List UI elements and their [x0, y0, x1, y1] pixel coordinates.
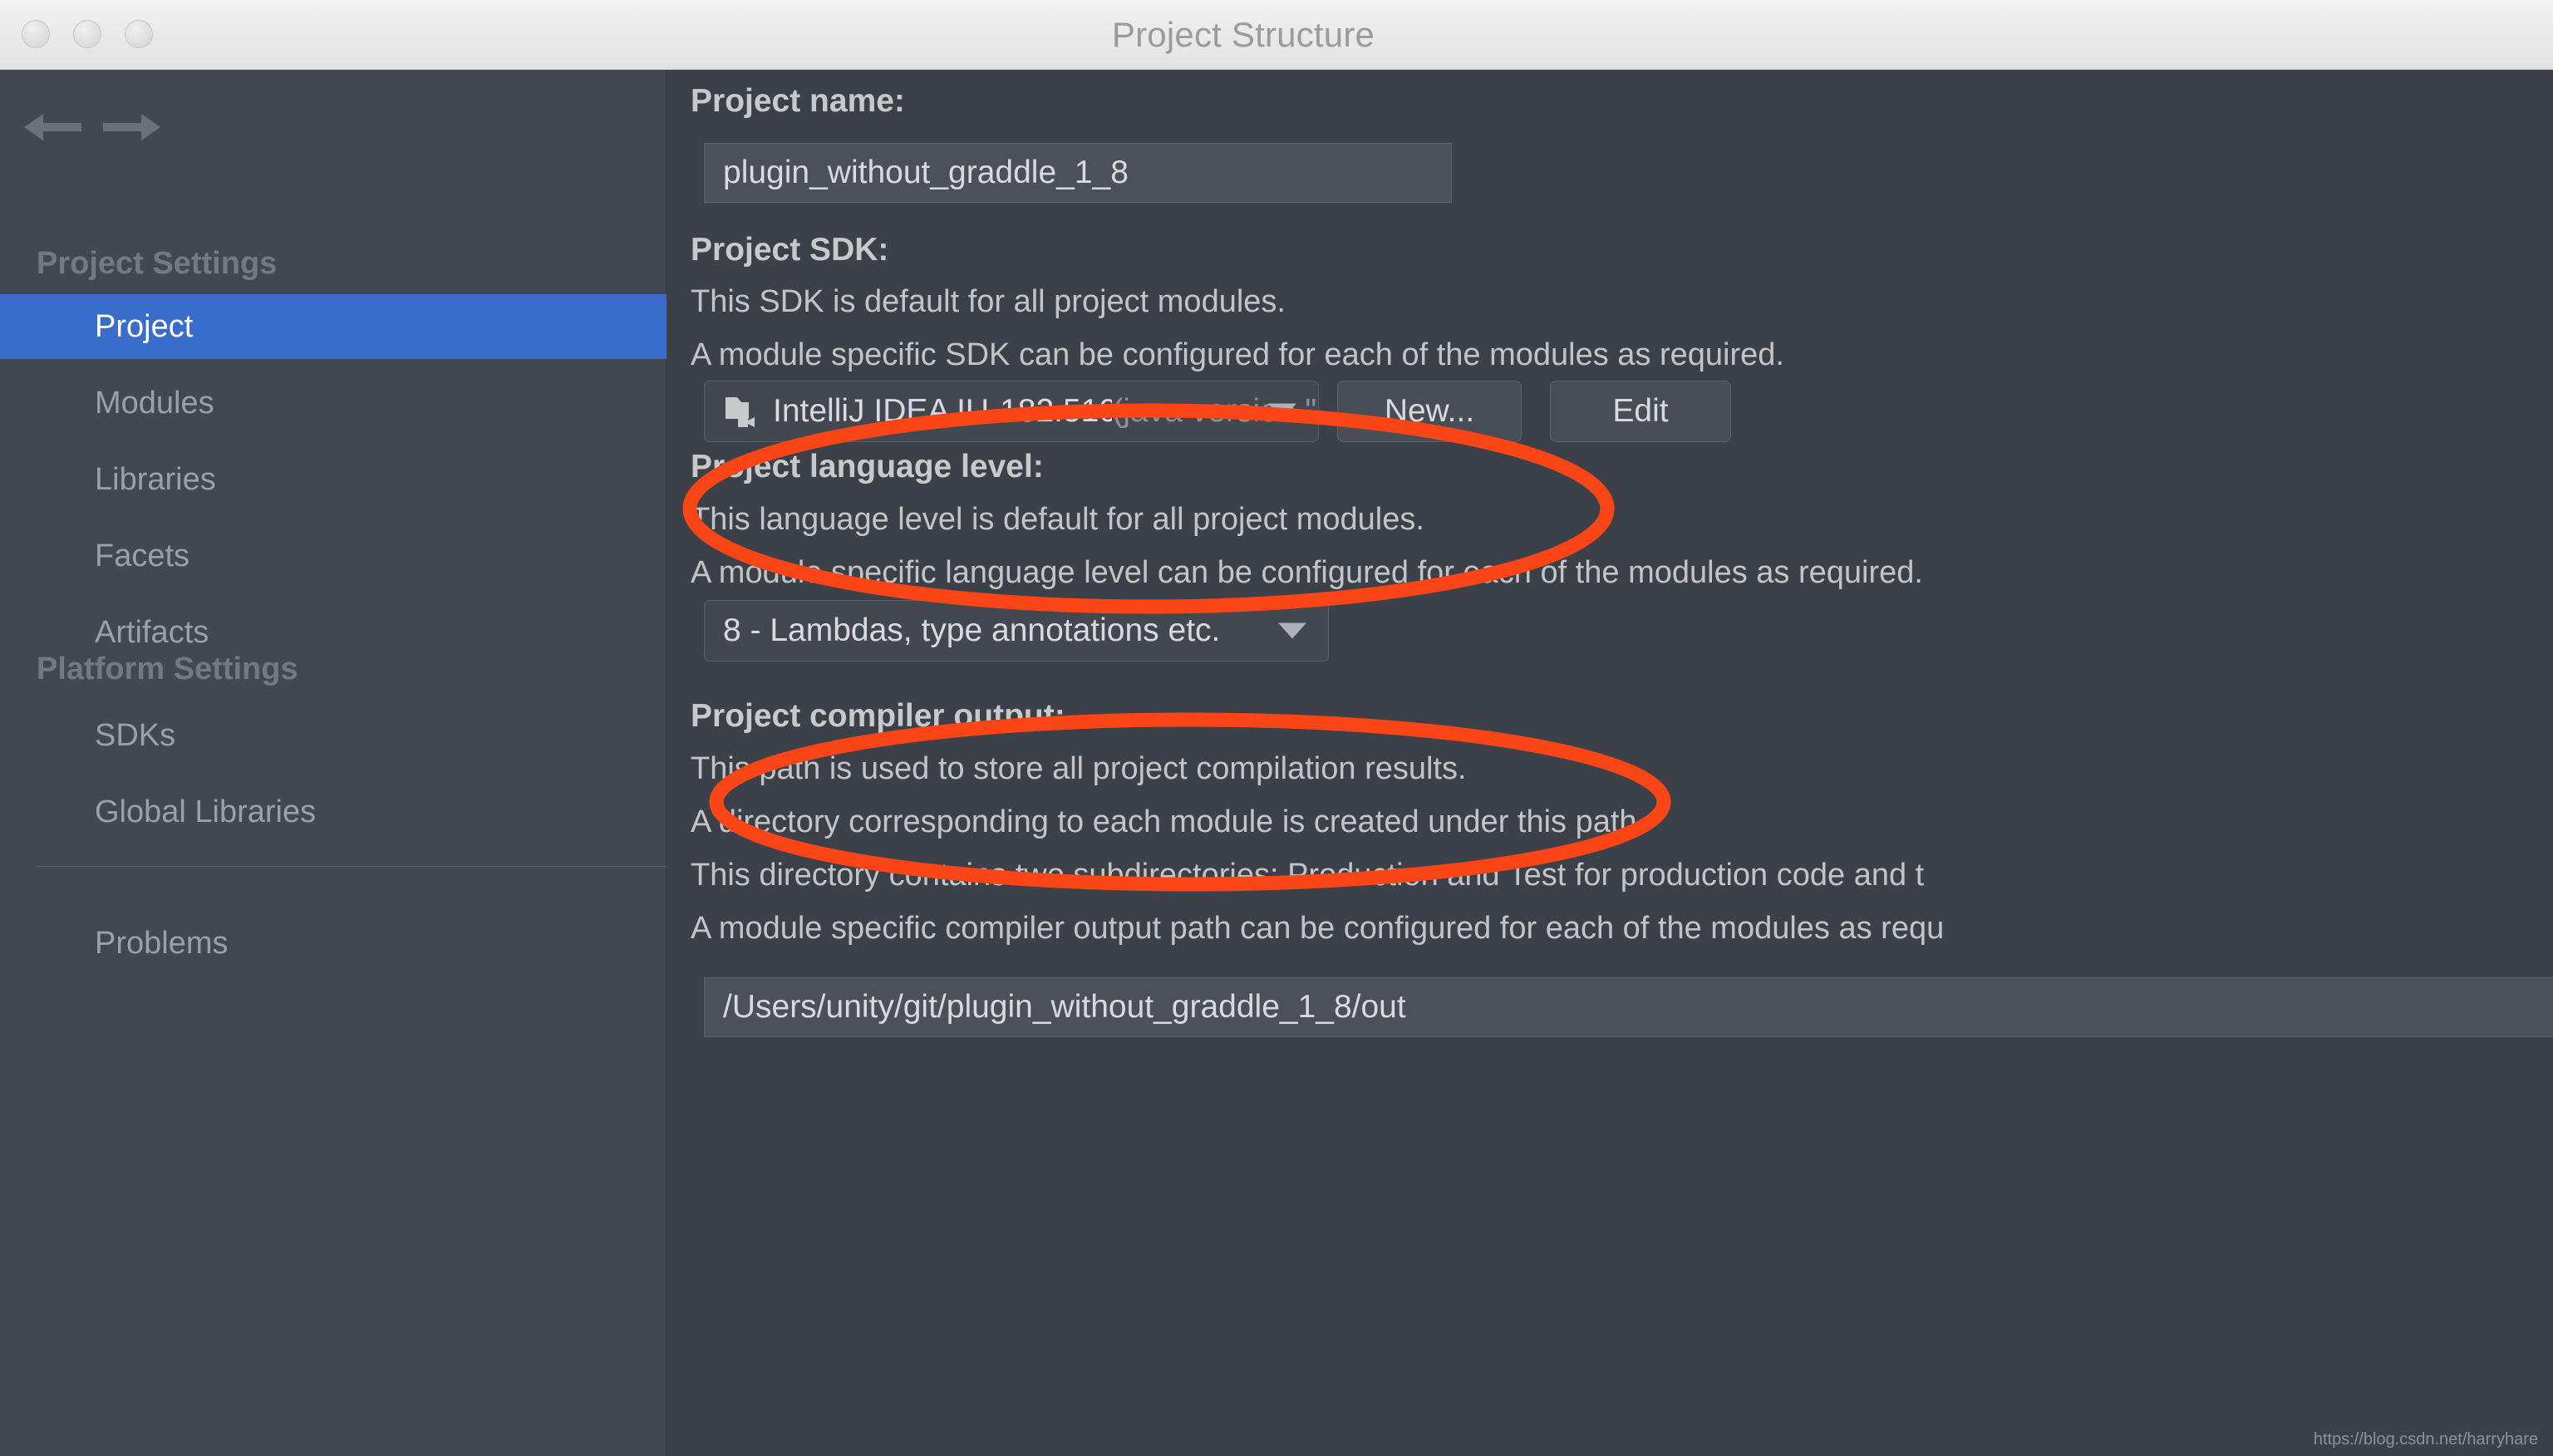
window-titlebar: Project Structure	[0, 0, 2553, 70]
new-sdk-button[interactable]: New...	[1337, 381, 1522, 442]
project-language-level-combobox[interactable]: 8 - Lambdas, type annotations etc.	[704, 600, 1329, 662]
project-sdk-combobox[interactable]: IntelliJ IDEA IU-182.5107.41 (1) (java v…	[704, 381, 1319, 442]
sidebar-item-label: Modules	[95, 385, 214, 421]
sidebar-item-label: Artifacts	[95, 614, 209, 650]
sidebar-item-label: Problems	[95, 925, 229, 961]
project-language-level-label: Project language level:	[691, 449, 1044, 485]
sidebar-item-global-libraries[interactable]: Global Libraries	[0, 780, 667, 844]
project-settings-panel: Project name: plugin_without_graddle_1_8…	[667, 70, 2553, 1456]
project-compiler-output-desc-line-3: This directory contains two subdirectori…	[691, 858, 1925, 893]
sidebar-item-label: SDKs	[95, 717, 176, 753]
project-compiler-output-input[interactable]: /Users/unity/git/plugin_without_graddle_…	[704, 977, 2553, 1037]
project-language-level-desc-line-1: This language level is default for all p…	[691, 502, 1424, 537]
forward-arrow-icon[interactable]	[100, 108, 163, 150]
project-sdk-desc-line-1: This SDK is default for all project modu…	[691, 284, 1286, 319]
chevron-down-icon[interactable]	[1268, 403, 1296, 420]
project-compiler-output-desc-line-2: A directory corresponding to each module…	[691, 804, 1646, 839]
sidebar-item-label: Libraries	[95, 461, 216, 497]
project-name-input[interactable]: plugin_without_graddle_1_8	[704, 143, 1452, 203]
settings-sidebar: Project Settings Project Modules Librari…	[0, 70, 668, 1456]
edit-sdk-button[interactable]: Edit	[1550, 381, 1731, 442]
sidebar-item-libraries[interactable]: Libraries	[0, 447, 667, 512]
sdk-folder-icon	[723, 392, 761, 430]
project-language-level-selected: 8 - Lambdas, type annotations etc.	[723, 612, 1221, 648]
project-sdk-desc-line-2: A module specific SDK can be configured …	[691, 337, 1784, 372]
back-arrow-icon[interactable]	[22, 108, 85, 150]
window-title: Project Structure	[1111, 15, 1375, 54]
project-compiler-output-label: Project compiler output:	[691, 698, 1065, 734]
watermark-text: https://blog.csdn.net/harryhare	[2313, 1430, 2538, 1449]
sidebar-item-problems[interactable]: Problems	[0, 911, 667, 976]
sidebar-item-modules[interactable]: Modules	[0, 371, 667, 435]
sidebar-item-facets[interactable]: Facets	[0, 524, 667, 588]
sidebar-group-heading-project-settings: Project Settings	[37, 246, 278, 281]
sidebar-item-label: Project	[95, 308, 194, 344]
sidebar-item-label: Facets	[95, 538, 190, 573]
sidebar-item-label: Global Libraries	[95, 794, 317, 829]
project-compiler-output-desc-line-4: A module specific compiler output path c…	[691, 911, 1945, 946]
sidebar-nav-buttons	[0, 93, 667, 160]
sidebar-divider	[37, 866, 668, 867]
project-sdk-selected-name: IntelliJ IDEA IU-182.5107.41 (1)	[773, 393, 1113, 429]
project-sdk-label: Project SDK:	[691, 232, 889, 268]
project-compiler-output-desc-line-1: This path is used to store all project c…	[691, 751, 1467, 786]
project-name-label: Project name:	[691, 83, 905, 119]
project-language-level-desc-line-2: A module specific language level can be …	[691, 555, 1923, 590]
sidebar-item-sdks[interactable]: SDKs	[0, 703, 667, 768]
sidebar-item-project[interactable]: Project	[0, 294, 667, 359]
chevron-down-icon[interactable]	[1278, 622, 1306, 639]
sidebar-group-heading-platform-settings: Platform Settings	[37, 652, 298, 686]
project-structure-window: Project Structure Project Settings Proje…	[0, 0, 2553, 1456]
